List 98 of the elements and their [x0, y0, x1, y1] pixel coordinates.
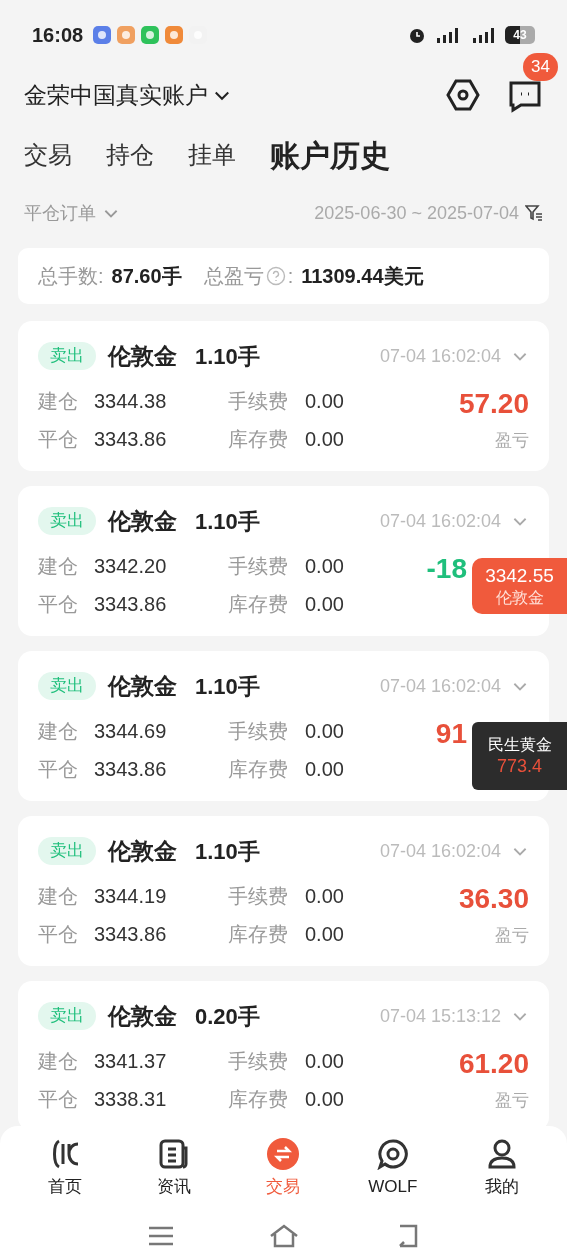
field-value: 0.00: [305, 592, 344, 617]
field-label: 库存费: [228, 757, 289, 782]
profit-value: 36.30: [458, 882, 529, 916]
field-value: 3344.19: [94, 884, 168, 909]
symbol-name: 伦敦金: [108, 506, 177, 536]
profit-value: 57.20: [458, 387, 529, 421]
nav-item[interactable]: WOLF: [347, 1137, 438, 1200]
tab[interactable]: 挂单: [188, 137, 236, 173]
user-icon: [486, 1137, 519, 1170]
news-icon: [158, 1137, 191, 1170]
field-label: 建仓: [38, 554, 79, 579]
field-label: 平仓: [38, 757, 79, 782]
status-time: 16:08: [32, 23, 84, 48]
symbol-name: 伦敦金: [108, 836, 177, 866]
home-icon[interactable]: [268, 1223, 299, 1248]
summary-label: 总盈亏: [203, 264, 264, 289]
order-time: 07-04 16:02:04: [379, 839, 501, 863]
profit-value: -18: [426, 552, 467, 586]
field-value: 0.00: [305, 719, 344, 744]
field-value: 0.00: [305, 922, 344, 947]
field-value: 0.00: [305, 427, 344, 452]
summary-value: 87.60手: [111, 264, 182, 289]
menu-icon[interactable]: [147, 1225, 174, 1246]
field-value: 3342.20: [94, 554, 168, 579]
profit-label: 盈亏: [495, 925, 529, 948]
symbol-name: 伦敦金: [108, 341, 177, 371]
field-value: 0.00: [305, 757, 344, 782]
field-label: 平仓: [38, 1087, 79, 1112]
field-label: 手续费: [228, 884, 289, 909]
profit-label: 盈亏: [495, 1090, 529, 1113]
field-label: 建仓: [38, 389, 79, 414]
symbol-name: 伦敦金: [108, 671, 177, 701]
field-value: 0.00: [305, 884, 344, 909]
settings-icon[interactable]: [445, 77, 481, 113]
field-label: 建仓: [38, 884, 79, 909]
order-time: 07-04 16:02:04: [379, 509, 501, 533]
nav-item[interactable]: 首页: [19, 1137, 110, 1200]
field-value: 0.00: [305, 1049, 344, 1074]
field-label: 建仓: [38, 1049, 79, 1074]
field-value: 0.00: [305, 554, 344, 579]
profit-label: 盈亏: [495, 430, 529, 453]
notification-badge: 34: [523, 53, 558, 81]
summary-colon: :: [287, 264, 294, 289]
field-label: 平仓: [38, 592, 79, 617]
tab[interactable]: 交易: [24, 137, 72, 173]
field-label: 平仓: [38, 922, 79, 947]
field-label: 手续费: [228, 389, 289, 414]
field-label: 手续费: [228, 554, 289, 579]
field-value: 3341.37: [94, 1049, 168, 1074]
profit-value: 61.20: [458, 1047, 529, 1081]
lot-size: 0.20手: [195, 1002, 260, 1031]
order-time: 07-04 16:02:04: [379, 344, 501, 368]
floating-quote-widget[interactable]: 民生黄金 773.4: [472, 722, 567, 790]
field-label: 库存费: [228, 592, 289, 617]
field-value: 0.00: [305, 389, 344, 414]
field-value: 3343.86: [94, 592, 168, 617]
swap-arrows-icon: [267, 1137, 300, 1170]
field-label: 建仓: [38, 719, 79, 744]
field-value: 3343.86: [94, 922, 168, 947]
battery-level: 43: [505, 26, 535, 44]
field-label: 手续费: [228, 719, 289, 744]
nav-item[interactable]: 资讯: [129, 1137, 220, 1200]
field-value: 3338.31: [94, 1087, 168, 1112]
side-tag: 卖出: [38, 507, 96, 535]
field-label: 库存费: [228, 922, 289, 947]
nav-item[interactable]: 我的: [457, 1137, 548, 1200]
field-label: 平仓: [38, 427, 79, 452]
summary-label: 总手数:: [38, 264, 104, 289]
side-tag: 卖出: [38, 342, 96, 370]
field-label: 库存费: [228, 1087, 289, 1112]
field-value: 3344.38: [94, 389, 168, 414]
order-time: 07-04 15:13:12: [379, 1004, 501, 1028]
chat-bubble-icon: [376, 1137, 409, 1170]
side-tag: 卖出: [38, 837, 96, 865]
lot-size: 1.10手: [195, 837, 260, 866]
quote-name: 民生黄金: [487, 734, 552, 755]
order-time: 07-04 16:02:04: [379, 674, 501, 698]
quote-name: 伦敦金: [495, 587, 544, 608]
symbol-name: 伦敦金: [108, 1001, 177, 1031]
quote-price: 773.4: [496, 754, 542, 778]
side-tag: 卖出: [38, 672, 96, 700]
lot-size: 1.10手: [195, 672, 260, 701]
field-label: 库存费: [228, 427, 289, 452]
tab[interactable]: 账户历史: [270, 132, 390, 178]
field-label: 手续费: [228, 1049, 289, 1074]
lot-size: 1.10手: [195, 342, 260, 371]
quote-price: 3342.55: [485, 564, 554, 588]
field-value: 3344.69: [94, 719, 168, 744]
lot-size: 1.10手: [195, 507, 260, 536]
account-selector[interactable]: 金荣中国真实账户: [24, 77, 232, 113]
field-value: 3343.86: [94, 427, 168, 452]
tab[interactable]: 持仓: [106, 137, 154, 173]
summary-value: 11309.44美元: [301, 264, 424, 289]
filter-icon[interactable]: [525, 204, 543, 222]
profit-value: 91: [435, 717, 467, 751]
field-value: 3343.86: [94, 757, 168, 782]
side-tag: 卖出: [38, 1002, 96, 1030]
field-value: 0.00: [305, 1087, 344, 1112]
